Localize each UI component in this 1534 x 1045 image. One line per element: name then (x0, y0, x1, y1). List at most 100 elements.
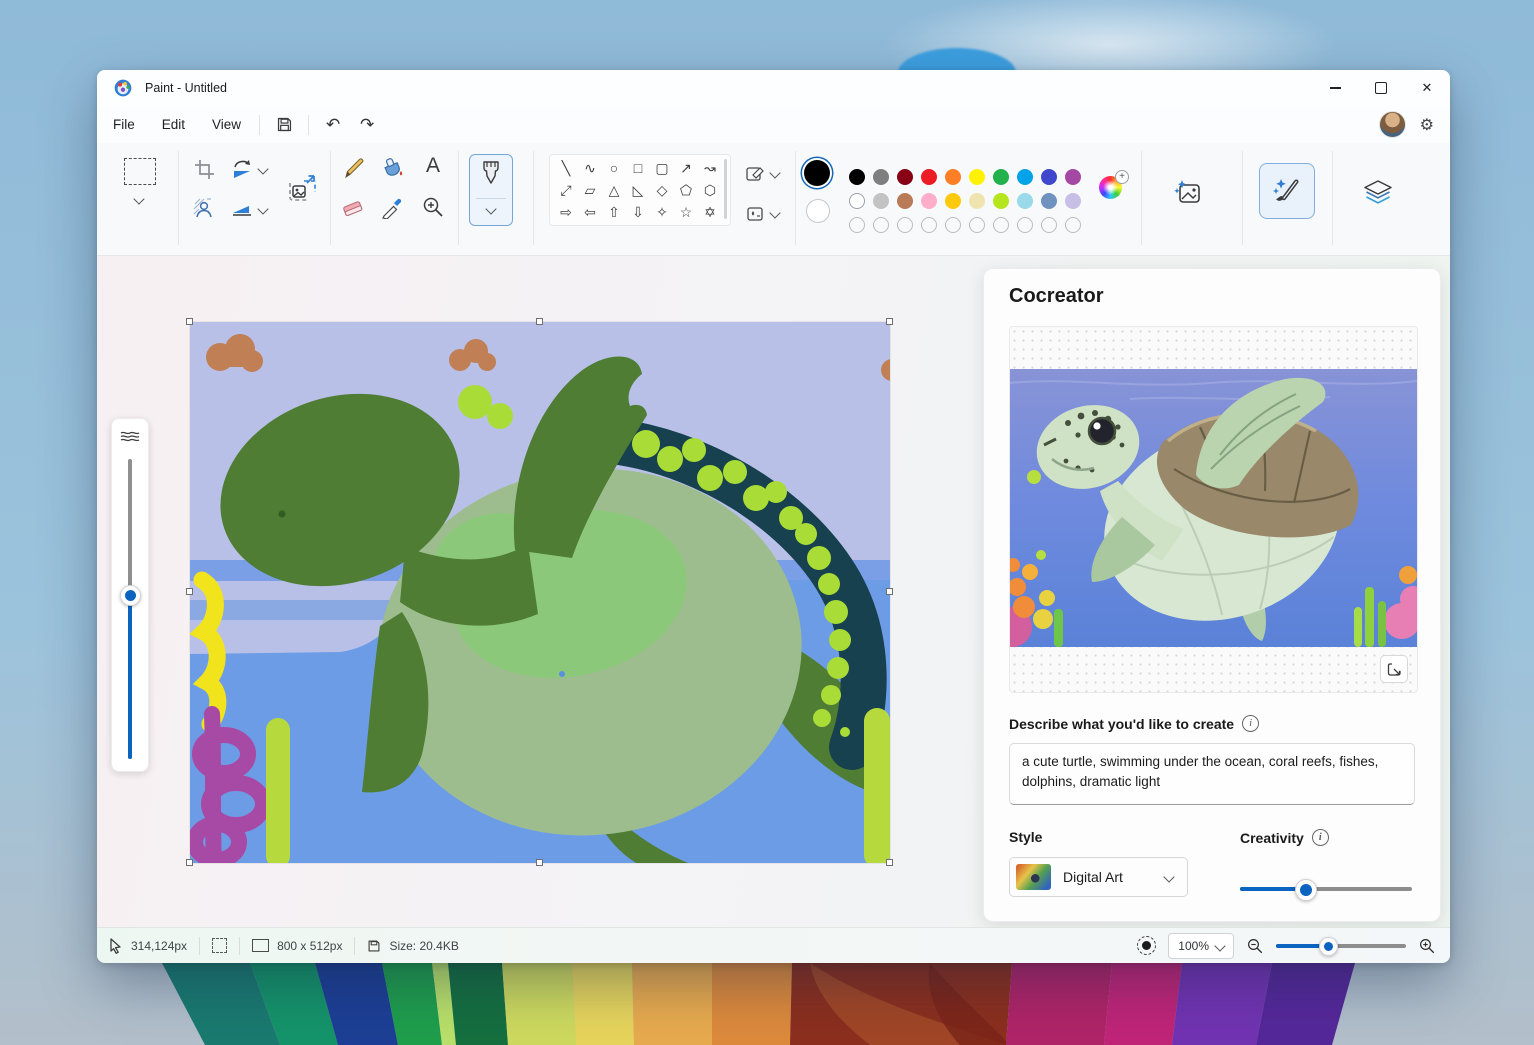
color-swatch-green[interactable] (993, 169, 1009, 185)
eraser-tool-icon[interactable] (341, 195, 365, 219)
color-swatch-empty[interactable] (849, 217, 865, 233)
shape-hexagon[interactable]: ⬡ (698, 179, 722, 201)
zoom-out-icon[interactable] (1246, 937, 1264, 955)
color-swatch-empty[interactable] (969, 217, 985, 233)
color-swatch-blue-gray[interactable] (1041, 193, 1057, 209)
shape-two-way-arrow[interactable]: ⤢ (554, 179, 578, 201)
shape-arrow-up[interactable]: ⇧ (602, 201, 626, 223)
creativity-slider[interactable] (1240, 887, 1412, 891)
pencil-tool-icon[interactable] (341, 155, 365, 179)
canvas-handle-top-left[interactable] (186, 318, 193, 325)
color-swatch-empty[interactable] (1065, 217, 1081, 233)
color-swatch-dark-red[interactable] (897, 169, 913, 185)
color-swatch-gray[interactable] (873, 169, 889, 185)
background-color-swatch[interactable] (806, 199, 830, 223)
zoom-slider[interactable] (1276, 944, 1406, 948)
color-swatch-gold[interactable] (945, 193, 961, 209)
menu-edit[interactable]: Edit (151, 111, 196, 138)
color-swatch-empty[interactable] (993, 217, 1009, 233)
zoom-fit-icon[interactable] (1137, 936, 1156, 955)
color-swatch-red[interactable] (921, 169, 937, 185)
shape-rectangle[interactable]: □ (626, 157, 650, 179)
shape-oval[interactable]: ○ (602, 157, 626, 179)
shape-curved-arrow[interactable]: ↝ (698, 157, 722, 179)
fill-tool-icon[interactable] (381, 155, 405, 179)
save-button[interactable] (267, 111, 301, 139)
canvas-handle-bottom-center[interactable] (536, 859, 543, 866)
brushes-button[interactable] (469, 154, 513, 226)
color-swatch-empty[interactable] (921, 217, 937, 233)
shape-pentagon[interactable]: ⬠ (674, 179, 698, 201)
color-swatch-black[interactable] (849, 169, 865, 185)
color-swatch-brown[interactable] (897, 193, 913, 209)
image-creator-button[interactable] (1169, 173, 1209, 213)
shape-arrow-northeast[interactable]: ↗ (674, 157, 698, 179)
canvas-handle-mid-right[interactable] (886, 588, 893, 595)
prompt-input[interactable]: a cute turtle, swimming under the ocean,… (1009, 743, 1415, 805)
flip-icon[interactable] (231, 198, 253, 220)
color-swatch-purple[interactable] (1065, 169, 1081, 185)
settings-gear-icon[interactable]: ⚙ (1420, 115, 1434, 135)
canvas-handle-top-center[interactable] (536, 318, 543, 325)
generated-turtle-image[interactable] (1010, 369, 1417, 647)
shape-line[interactable]: ╲ (554, 157, 578, 179)
shape-outline-dropdown[interactable] (745, 163, 779, 183)
magnifier-tool-icon[interactable] (421, 195, 445, 219)
color-swatch-lavender[interactable] (1065, 193, 1081, 209)
shape-curve[interactable]: ∿ (578, 157, 602, 179)
shape-arrow-down[interactable]: ⇩ (626, 201, 650, 223)
color-swatch-empty[interactable] (873, 217, 889, 233)
color-swatch-light-gray[interactable] (873, 193, 889, 209)
describe-info-icon[interactable]: i (1242, 715, 1259, 732)
color-swatch-empty[interactable] (945, 217, 961, 233)
close-button[interactable]: ✕ (1404, 70, 1450, 106)
color-swatch-turquoise[interactable] (1017, 169, 1033, 185)
color-picker-tool-icon[interactable] (381, 195, 405, 219)
selection-tool-button[interactable] (124, 158, 156, 185)
shape-triangle[interactable]: △ (602, 179, 626, 201)
zoom-slider-thumb[interactable] (1319, 937, 1338, 956)
canvas-handle-bottom-right[interactable] (886, 859, 893, 866)
drawing-canvas[interactable] (190, 322, 890, 863)
menu-file[interactable]: File (102, 111, 146, 138)
minimize-button[interactable] (1312, 70, 1358, 106)
shape-diamond[interactable]: ◇ (650, 179, 674, 201)
shape-four-point-star[interactable]: ✧ (650, 201, 674, 223)
zoom-level-dropdown[interactable]: 100% (1168, 933, 1234, 959)
color-swatch-indigo[interactable] (1041, 169, 1057, 185)
color-swatch-empty[interactable] (897, 217, 913, 233)
color-swatch-light-yellow[interactable] (969, 193, 985, 209)
titlebar[interactable]: Paint - Untitled ✕ (97, 70, 1450, 106)
shape-arrow-left[interactable]: ⇦ (578, 201, 602, 223)
rotate-icon[interactable] (231, 158, 253, 180)
crop-icon[interactable] (193, 158, 215, 180)
color-swatch-white[interactable] (849, 193, 865, 209)
canvas-handle-top-right[interactable] (886, 318, 893, 325)
expand-image-button[interactable] (1380, 655, 1408, 683)
color-swatch-empty[interactable] (1017, 217, 1033, 233)
remove-background-icon[interactable] (193, 198, 215, 220)
color-swatch-lime[interactable] (993, 193, 1009, 209)
brushes-chevron-down-icon[interactable] (485, 203, 496, 214)
flip-chevron-down-icon[interactable] (257, 203, 268, 214)
canvas-handle-bottom-left[interactable] (186, 859, 193, 866)
color-swatch-orange[interactable] (945, 169, 961, 185)
redo-button[interactable]: ↷ (350, 111, 384, 139)
layers-button[interactable] (1358, 173, 1398, 213)
text-tool-icon[interactable]: A (421, 154, 445, 178)
shape-six-point-star[interactable]: ✡ (698, 201, 722, 223)
color-swatch-yellow[interactable] (969, 169, 985, 185)
zoom-in-icon[interactable] (1418, 937, 1436, 955)
color-swatch-light-turquoise[interactable] (1017, 193, 1033, 209)
color-swatch-rose[interactable] (921, 193, 937, 209)
canvas-handle-mid-left[interactable] (186, 588, 193, 595)
rotate-chevron-down-icon[interactable] (257, 163, 268, 174)
creativity-slider-thumb[interactable] (1295, 879, 1317, 901)
account-avatar[interactable] (1379, 111, 1406, 138)
shape-five-point-star[interactable]: ☆ (674, 201, 698, 223)
shape-rounded-rectangle[interactable]: ▢ (650, 157, 674, 179)
foreground-color-swatch[interactable] (804, 160, 830, 186)
creativity-info-icon[interactable]: i (1312, 829, 1329, 846)
shape-polygon[interactable]: ▱ (578, 179, 602, 201)
style-dropdown[interactable]: Digital Art (1009, 857, 1188, 897)
